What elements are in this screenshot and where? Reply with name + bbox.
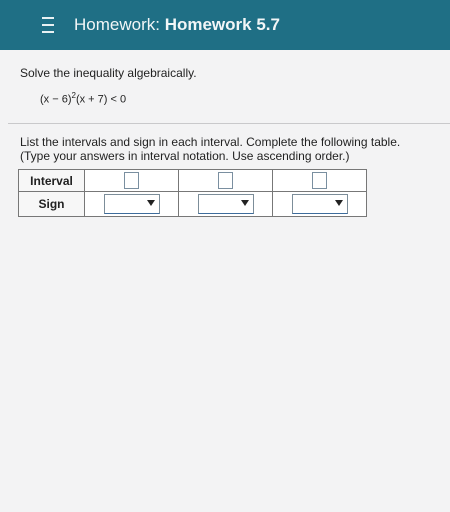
interval-input-2[interactable] (218, 171, 233, 189)
title-name: Homework 5.7 (164, 15, 280, 34)
interval-row: Interval (18, 169, 367, 192)
interval-input-1[interactable] (124, 171, 139, 189)
formula-part2: (x + 7) < 0 (75, 93, 127, 106)
interval-cell-3 (272, 169, 367, 192)
question-instruction: Solve the inequality algebraically. (20, 66, 197, 80)
sign-cell-1 (84, 191, 179, 217)
interval-label: Interval (18, 169, 85, 192)
sign-dropdown-2[interactable] (197, 194, 254, 214)
menu-icon[interactable] (40, 17, 62, 33)
sign-label: Sign (18, 191, 85, 217)
sign-row: Sign (18, 191, 367, 217)
dropdown-arrow-icon (146, 200, 155, 206)
sign-dropdown-1[interactable] (103, 194, 160, 214)
question-panel: Solve the inequality algebraically. (x −… (0, 50, 450, 512)
dropdown-arrow-icon (334, 200, 343, 206)
dropdown-arrow-icon (240, 200, 249, 206)
answer-table: Interval Sign (18, 169, 367, 217)
interval-input-3[interactable] (312, 171, 327, 189)
sign-cell-2 (178, 191, 273, 217)
formula-part1: (x − 6) (40, 93, 72, 106)
interval-cell-2 (178, 169, 273, 192)
table-instructions: List the intervals and sign in each inte… (20, 135, 440, 163)
page-title: Homework: Homework 5.7 (74, 15, 280, 35)
table-hint: (Type your answers in interval notation.… (20, 149, 350, 163)
inequality-formula: (x − 6)2(x + 7) < 0 (40, 91, 126, 106)
top-bar: Homework: Homework 5.7 (0, 0, 450, 50)
interval-cell-1 (84, 169, 179, 192)
divider (8, 123, 450, 124)
title-prefix: Homework: (74, 15, 160, 34)
sign-cell-3 (272, 191, 367, 217)
table-instruction: List the intervals and sign in each inte… (20, 135, 401, 149)
sign-dropdown-3[interactable] (291, 194, 348, 214)
